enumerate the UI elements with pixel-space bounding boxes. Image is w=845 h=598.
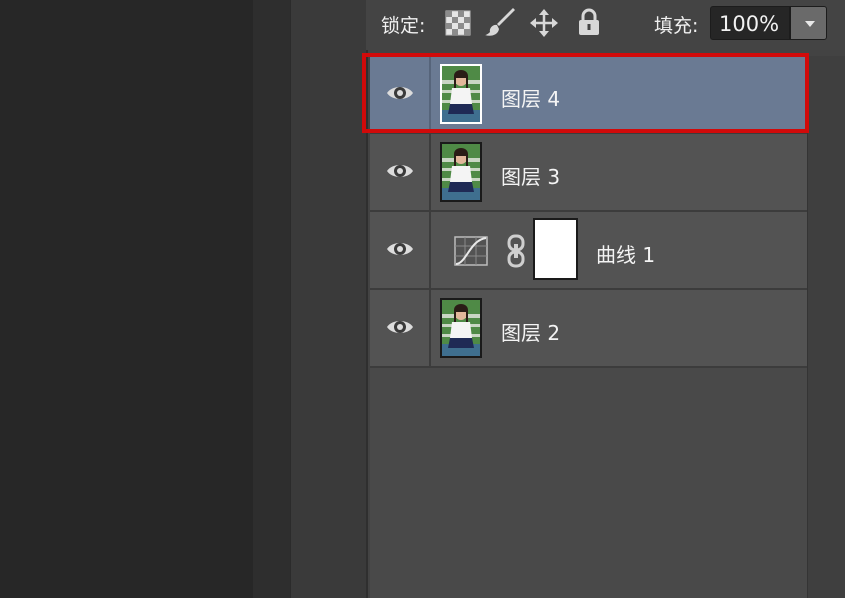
panel-dock-gap — [290, 0, 367, 598]
visibility-cell[interactable] — [370, 212, 431, 288]
layer-thumbnail[interactable] — [440, 298, 482, 358]
fill-label: 填充: — [654, 15, 699, 37]
visibility-cell[interactable] — [370, 134, 431, 210]
eye-icon[interactable] — [386, 160, 414, 182]
curves-adjustment-icon[interactable] — [454, 236, 488, 266]
layer-name[interactable]: 图层 2 — [501, 317, 560, 346]
portrait-photo-thumbnail — [442, 300, 480, 356]
eye-icon[interactable] — [386, 316, 414, 338]
layer-row-2[interactable]: 图层 2 — [370, 290, 807, 368]
lock-label: 锁定: — [381, 15, 426, 37]
layer-row-curves[interactable]: 曲线 1 — [370, 212, 807, 290]
fill-opacity-input[interactable]: 100% — [710, 6, 790, 40]
visibility-cell[interactable] — [370, 290, 431, 366]
eye-icon[interactable] — [386, 238, 414, 260]
document-canvas-area — [0, 0, 253, 598]
transparency-lock-icon[interactable] — [445, 10, 471, 36]
layer-mask-thumbnail[interactable] — [533, 218, 578, 280]
mask-link-icon[interactable] — [507, 234, 525, 268]
brush-icon[interactable] — [485, 8, 517, 38]
fill-dropdown-button[interactable] — [790, 6, 827, 40]
portrait-photo-thumbnail — [442, 144, 480, 200]
layers-scrollbar[interactable] — [807, 56, 845, 598]
layer-row-3[interactable]: 图层 3 — [370, 134, 807, 212]
canvas-edge — [253, 0, 290, 598]
move-icon[interactable] — [530, 9, 558, 37]
highlight-annotation-box — [362, 53, 809, 133]
layer-thumbnail[interactable] — [440, 142, 482, 202]
layer-name[interactable]: 图层 3 — [501, 161, 560, 190]
layer-name[interactable]: 曲线 1 — [596, 239, 655, 268]
padlock-icon[interactable] — [577, 8, 601, 36]
